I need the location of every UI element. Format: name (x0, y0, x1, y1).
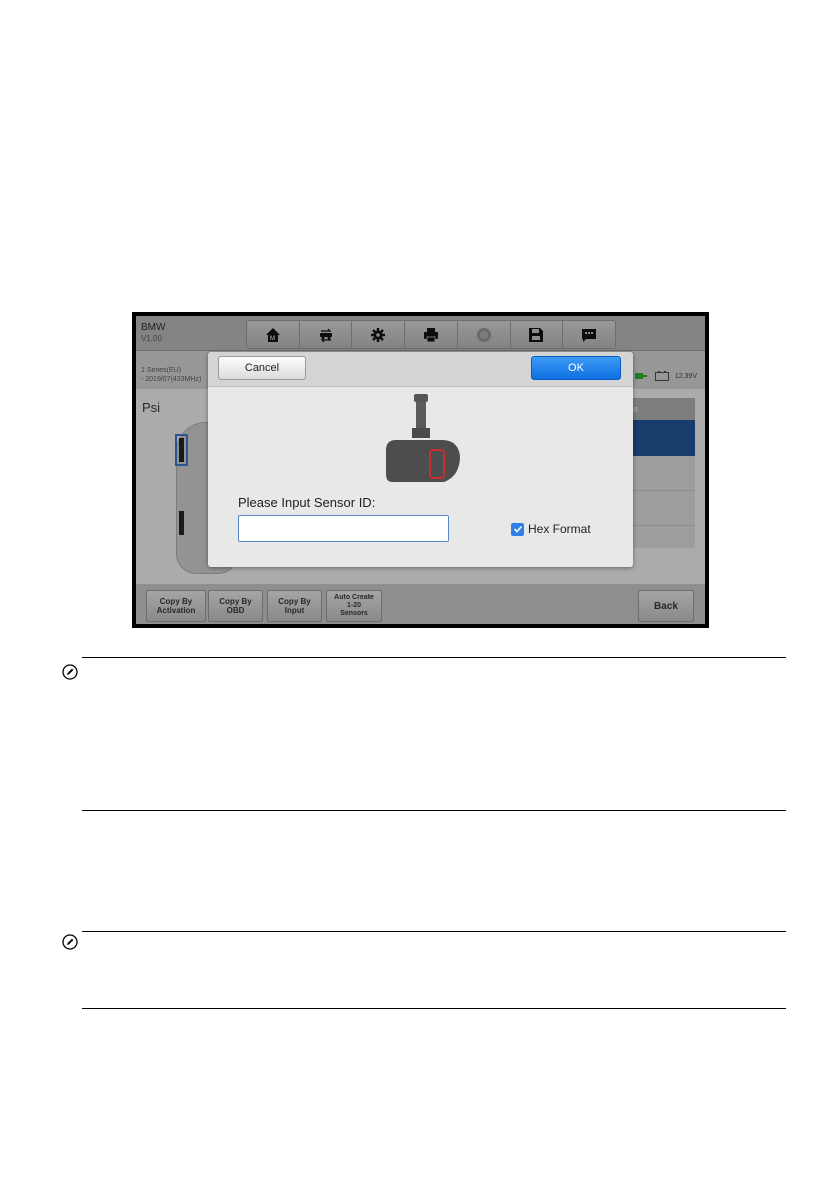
hex-format-label: Hex Format (528, 522, 591, 536)
pencil-note-icon (62, 664, 78, 680)
cancel-button[interactable]: Cancel (218, 356, 306, 380)
note-top-rule (82, 657, 786, 658)
screenshot-frame: BMW V1.00 M 1 Series(EU) - 2019/07(433MH… (132, 312, 709, 628)
sensor-id-input[interactable] (238, 515, 449, 542)
tablet-screen: BMW V1.00 M 1 Series(EU) - 2019/07(433MH… (136, 316, 705, 624)
tpms-sensor-icon (386, 394, 460, 482)
hex-format-checkbox[interactable] (511, 522, 524, 536)
sensor-id-dialog: Cancel OK Please Input Sensor ID: Hex Fo… (208, 352, 633, 567)
dialog-action-bar: Cancel OK (208, 352, 633, 387)
ok-button[interactable]: OK (531, 356, 621, 380)
note-bottom-rule (82, 810, 786, 811)
sensor-id-prompt: Please Input Sensor ID: (238, 495, 376, 510)
note-bottom-rule (82, 1008, 786, 1009)
pencil-note-icon (62, 934, 78, 950)
note-top-rule (82, 931, 786, 932)
hex-format-option[interactable]: Hex Format (511, 522, 591, 536)
checkmark-icon (513, 525, 522, 533)
